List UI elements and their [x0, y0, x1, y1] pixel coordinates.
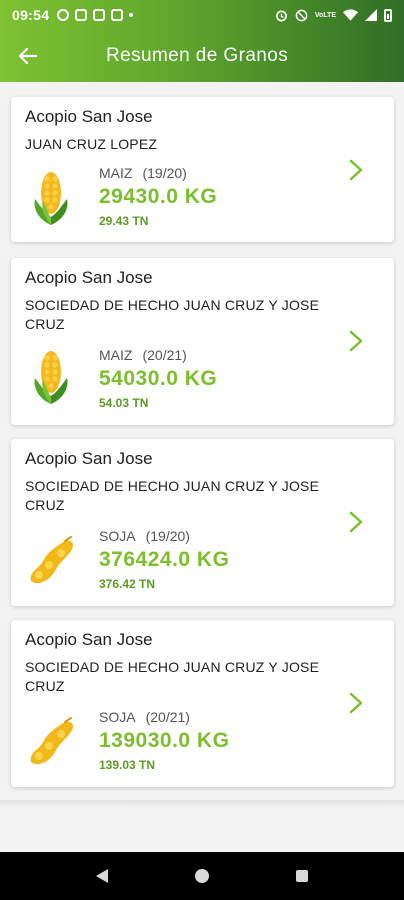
- corn-icon: [29, 169, 73, 229]
- grain-card[interactable]: Acopio San Jose SOCIEDAD DE HECHO JUAN C…: [11, 620, 394, 787]
- card-kg: 54030.0 KG: [99, 367, 218, 390]
- app-bar: Resumen de Granos: [0, 30, 404, 82]
- card-tn: 54.03 TN: [99, 396, 149, 410]
- system-nav-bar: [0, 852, 404, 900]
- chevron-right-icon: [349, 511, 363, 533]
- status-time: 09:54: [12, 7, 50, 23]
- grain-card[interactable]: Acopio San Jose SOCIEDAD DE HECHO JUAN C…: [11, 258, 394, 425]
- card-tn: 376.42 TN: [99, 577, 156, 591]
- no-sound-icon: [295, 9, 308, 21]
- card-acopio: Acopio San Jose: [25, 268, 153, 287]
- grain-card[interactable]: Acopio San Jose SOCIEDAD DE HECHO JUAN C…: [11, 439, 394, 606]
- grain-campaign: (20/21): [142, 347, 187, 363]
- page-title: Resumen de Granos: [106, 45, 289, 66]
- home-nav-icon: [195, 869, 209, 883]
- card-acopio: Acopio San Jose: [25, 630, 153, 649]
- arrow-back-icon: [19, 48, 37, 64]
- card-tn: 29.43 TN: [99, 214, 149, 228]
- facebook-icon: [57, 9, 70, 21]
- list-end-shadow: [0, 800, 404, 808]
- grain-card[interactable]: Acopio San Jose JUAN CRUZ LOPEZ MAIZ (19/…: [11, 97, 394, 242]
- system-icons: VoLTE: [275, 8, 392, 22]
- card-tn: 139.03 TN: [99, 758, 156, 772]
- alarm-icon: [275, 9, 287, 21]
- card-kg: 29430.0 KG: [99, 185, 218, 208]
- signal-icon: [365, 9, 377, 21]
- grain-campaign: (20/21): [145, 709, 190, 725]
- instagram-icon: [111, 9, 124, 21]
- nav-home-button[interactable]: [192, 866, 212, 886]
- chevron-right-icon: [349, 159, 363, 181]
- status-bar: 09:54 VoLTE: [0, 0, 404, 30]
- volte-icon: VoLTE: [314, 11, 336, 19]
- notification-icons: [57, 9, 134, 21]
- back-button[interactable]: [0, 30, 56, 82]
- grain-name: SOJA: [99, 528, 136, 544]
- card-acopio: Acopio San Jose: [25, 449, 153, 468]
- soybean-icon: [25, 716, 77, 768]
- corn-icon: [29, 348, 73, 408]
- recents-nav-icon: [296, 870, 308, 882]
- back-nav-icon: [96, 869, 108, 883]
- grain-row: SOJA (19/20): [99, 528, 200, 544]
- card-owner: SOCIEDAD DE HECHO JUAN CRUZ Y JOSE CRUZ: [25, 297, 320, 332]
- grain-name: MAIZ: [99, 347, 133, 363]
- grain-row: MAIZ (19/20): [99, 165, 197, 181]
- dot-icon: [129, 13, 134, 17]
- mail-icon: [75, 9, 88, 21]
- wifi-icon: [343, 9, 358, 21]
- grain-campaign: (19/20): [142, 165, 187, 181]
- card-kg: 376424.0 KG: [99, 548, 230, 571]
- grain-row: SOJA (20/21): [99, 709, 200, 725]
- grain-name: SOJA: [99, 709, 136, 725]
- grain-summary-list: Acopio San Jose JUAN CRUZ LOPEZ MAIZ (19/…: [0, 82, 404, 852]
- laptop-icon: [93, 9, 106, 21]
- soybean-icon: [25, 535, 77, 587]
- chevron-right-icon: [349, 692, 363, 714]
- nav-back-button[interactable]: [92, 866, 112, 886]
- nav-recents-button[interactable]: [292, 866, 312, 886]
- card-owner: JUAN CRUZ LOPEZ: [25, 136, 158, 152]
- card-kg: 139030.0 KG: [99, 729, 230, 752]
- battery-icon: [384, 8, 392, 22]
- chevron-right-icon: [349, 330, 363, 352]
- card-owner: SOCIEDAD DE HECHO JUAN CRUZ Y JOSE CRUZ: [25, 478, 320, 513]
- card-acopio: Acopio San Jose: [25, 107, 153, 126]
- grain-campaign: (19/20): [145, 528, 190, 544]
- card-owner: SOCIEDAD DE HECHO JUAN CRUZ Y JOSE CRUZ: [25, 659, 320, 694]
- grain-name: MAIZ: [99, 165, 133, 181]
- grain-row: MAIZ (20/21): [99, 347, 197, 363]
